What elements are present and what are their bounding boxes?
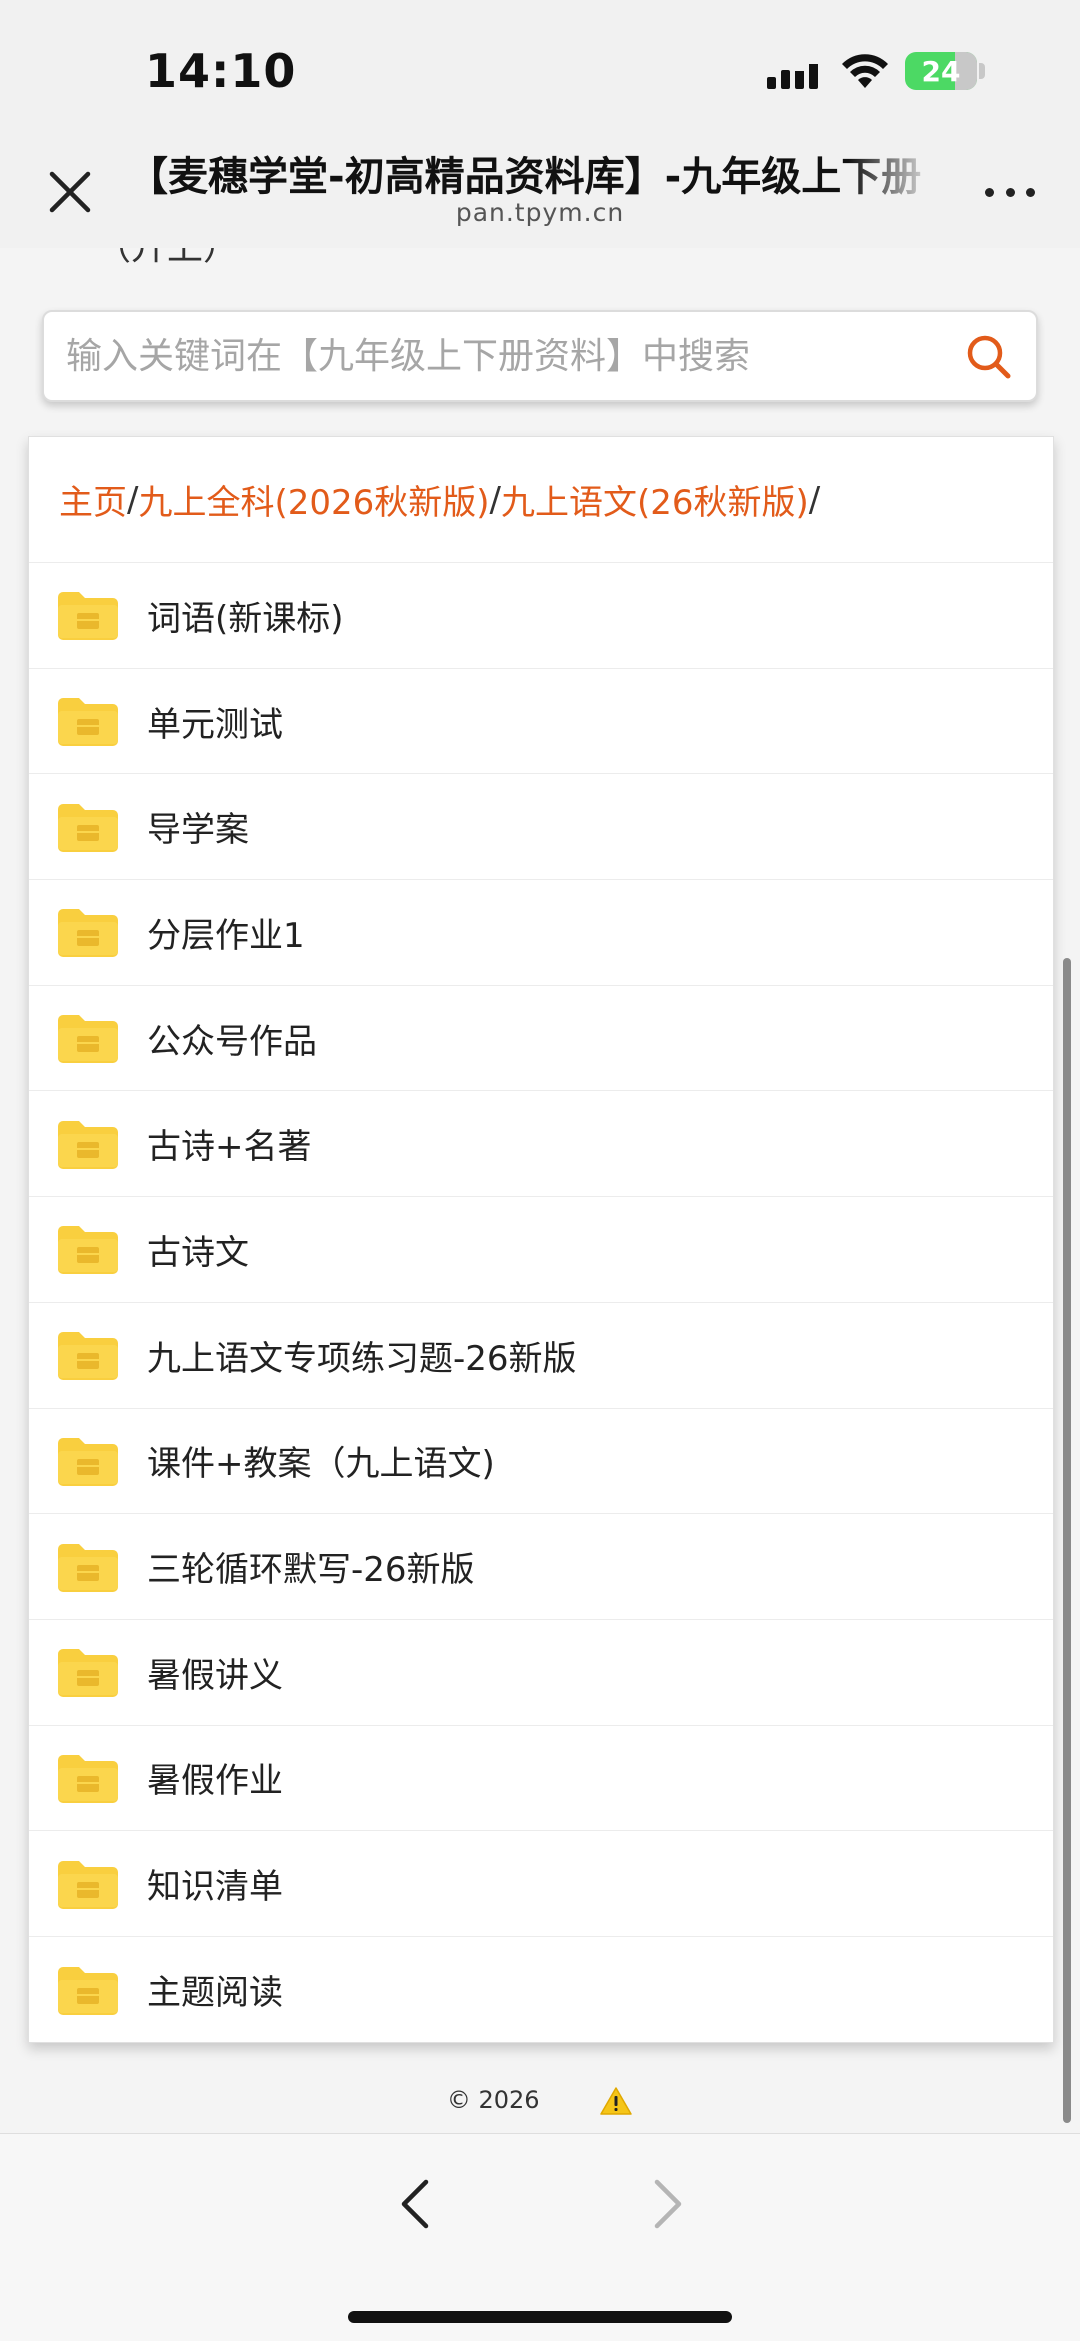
folder-icon xyxy=(58,698,118,747)
folder-name: 古诗+名著 xyxy=(147,1127,312,1168)
folder-name: 三轮循环默写-26新版 xyxy=(147,1550,475,1591)
folder-item[interactable]: 三轮循环默写-26新版 xyxy=(29,1514,1053,1620)
folder-item[interactable]: 暑假作业 xyxy=(29,1726,1053,1832)
partial-text: （升上） xyxy=(95,248,239,270)
footer: © 2026 xyxy=(0,2086,1080,2116)
battery-level: 24 xyxy=(921,54,961,88)
folder-icon xyxy=(58,1754,118,1803)
folder-item[interactable]: 公众号作品 xyxy=(29,986,1053,1092)
folder-name: 课件+教案（九上语文) xyxy=(147,1444,495,1485)
folder-icon xyxy=(58,1543,118,1592)
copyright-text: © 2026 xyxy=(446,2086,540,2114)
folder-item[interactable]: 课件+教案（九上语文) xyxy=(29,1409,1053,1515)
web-content: （升上） 主页/九上全科(2026秋新版)/九上语文(26秋新版)/ 词语(新课… xyxy=(0,248,1080,2133)
breadcrumb-separator: / xyxy=(127,479,139,520)
dot-icon xyxy=(985,187,994,197)
breadcrumb-jiushang-quanke[interactable]: 九上全科(2026秋新版) xyxy=(138,475,489,524)
status-bar: 14:10 24 xyxy=(0,0,1080,130)
folder-item[interactable]: 九上语文专项练习题-26新版 xyxy=(29,1303,1053,1409)
folder-name: 分层作业1 xyxy=(147,915,305,956)
breadcrumb: 主页 / 九上全科(2026秋新版) / 九上语文(26秋新版) / xyxy=(29,437,1053,563)
folder-icon xyxy=(58,1649,118,1698)
cellular-signal-icon xyxy=(767,56,818,89)
folder-name: 主题阅读 xyxy=(147,1973,283,2014)
breadcrumb-home[interactable]: 主页 xyxy=(59,475,127,524)
folder-item[interactable]: 暑假讲义 xyxy=(29,1620,1053,1726)
folder-icon xyxy=(58,1966,118,2015)
folder-icon xyxy=(58,1015,118,1064)
search-box xyxy=(42,310,1038,402)
more-options-button[interactable] xyxy=(985,182,1035,202)
folder-icon xyxy=(58,803,118,852)
folder-name: 导学案 xyxy=(147,810,249,851)
folder-item[interactable]: 古诗+名著 xyxy=(29,1091,1053,1198)
folder-item[interactable]: 词语(新课标) xyxy=(29,563,1053,669)
folder-item[interactable]: 知识清单 xyxy=(29,1831,1053,1937)
home-indicator xyxy=(348,2311,732,2323)
file-browser-card: 主页 / 九上全科(2026秋新版) / 九上语文(26秋新版) / 词语(新课标) 单元… xyxy=(28,436,1054,2043)
folder-name: 词语(新课标) xyxy=(147,598,344,639)
dot-icon xyxy=(1005,187,1015,197)
browser-toolbar xyxy=(0,2133,1080,2341)
warning-icon[interactable] xyxy=(599,2086,633,2116)
folder-icon xyxy=(58,1437,118,1486)
folder-name: 知识清单 xyxy=(147,1867,283,1908)
folder-name: 古诗文 xyxy=(147,1232,249,1273)
scrollbar[interactable] xyxy=(1063,958,1071,2123)
folder-item[interactable]: 古诗文 xyxy=(29,1197,1053,1303)
wifi-icon xyxy=(842,54,888,88)
folder-name: 单元测试 xyxy=(147,704,283,745)
folder-name: 九上语文专项练习题-26新版 xyxy=(147,1338,577,1379)
folder-name: 公众号作品 xyxy=(147,1021,317,1062)
search-input[interactable] xyxy=(64,312,964,400)
battery-tip xyxy=(979,63,985,79)
folder-item[interactable]: 主题阅读 xyxy=(29,1937,1053,2043)
back-arrow-icon[interactable] xyxy=(392,2174,438,2234)
folder-icon xyxy=(58,909,118,958)
forward-arrow-icon[interactable] xyxy=(645,2174,691,2234)
battery-icon: 24 xyxy=(905,52,977,90)
breadcrumb-separator: / xyxy=(808,479,821,520)
search-icon[interactable] xyxy=(964,332,1014,382)
folder-item[interactable]: 分层作业1 xyxy=(29,880,1053,986)
breadcrumb-jiushang-yuwen[interactable]: 九上语文(26秋新版) xyxy=(501,475,809,524)
folder-icon xyxy=(58,1332,118,1381)
dot-icon xyxy=(1026,187,1035,197)
clock-time: 14:10 xyxy=(145,44,297,98)
folder-name: 暑假讲义 xyxy=(147,1655,283,1696)
browser-header: 【麦穗学堂-初高精品资料库】-九年级上下册 pan.tpym.cn xyxy=(0,130,1080,248)
folder-icon xyxy=(58,1226,118,1275)
breadcrumb-separator: / xyxy=(489,479,501,520)
folder-item[interactable]: 导学案 xyxy=(29,774,1053,881)
page-title: 【麦穗学堂-初高精品资料库】-九年级上下册 xyxy=(128,144,938,202)
folder-icon xyxy=(58,592,118,641)
folder-icon xyxy=(58,1120,118,1169)
folder-list: 词语(新课标) 单元测试 导学案 分层作业1 公众号作品 古诗+名著 古诗文 九… xyxy=(29,563,1053,2043)
folder-icon xyxy=(58,1860,118,1909)
folder-name: 暑假作业 xyxy=(147,1761,283,1802)
page-url: pan.tpym.cn xyxy=(455,198,625,227)
folder-item[interactable]: 单元测试 xyxy=(29,669,1053,775)
